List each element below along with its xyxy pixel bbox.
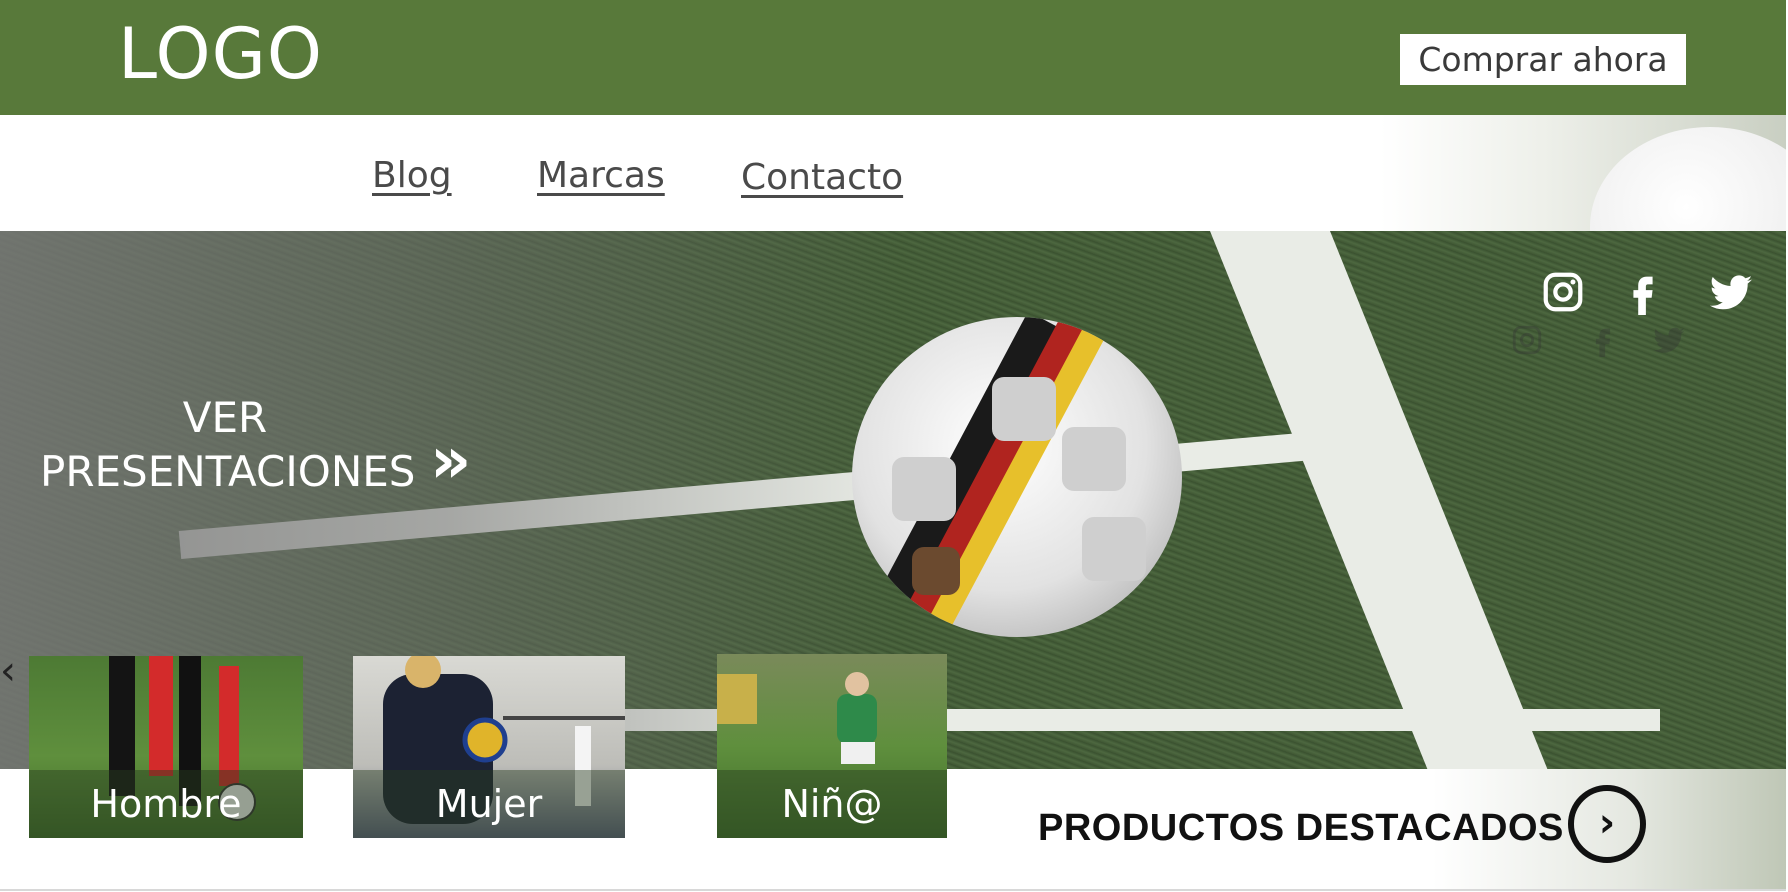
chevron-right-circle-icon[interactable]: ›: [1568, 785, 1646, 863]
facebook-icon[interactable]: [1620, 269, 1666, 315]
twitter-ghost-icon: [1652, 323, 1686, 357]
top-header: LOGO Comprar ahora: [0, 0, 1786, 115]
category-card-mujer[interactable]: Mujer: [353, 656, 625, 838]
soccer-ball-image: [852, 317, 1182, 637]
cta-line-1: VER: [182, 393, 268, 442]
double-chevron-right-icon[interactable]: »: [430, 429, 471, 493]
nav-bar: Blog Marcas Contacto: [0, 115, 1786, 231]
category-label-nino: Niñ@: [717, 770, 947, 838]
category-label-hombre: Hombre: [29, 770, 303, 838]
nav-item-marcas[interactable]: Marcas: [537, 155, 665, 196]
featured-products-link[interactable]: PRODUCTOS DESTACADOS: [1038, 807, 1564, 850]
category-card-hombre[interactable]: Hombre: [29, 656, 303, 838]
ver-presentaciones-link[interactable]: VER PRESENTACIONES: [40, 391, 416, 499]
logo[interactable]: LOGO: [118, 12, 323, 96]
instagram-icon[interactable]: [1540, 269, 1586, 315]
instagram-ghost-icon: [1510, 323, 1544, 357]
twitter-icon[interactable]: [1708, 269, 1754, 315]
category-card-nino[interactable]: Niñ@: [717, 654, 947, 838]
category-label-mujer: Mujer: [353, 770, 625, 838]
nav-item-contacto[interactable]: Contacto: [741, 157, 903, 198]
buy-now-button[interactable]: Comprar ahora: [1400, 34, 1686, 85]
facebook-ghost-icon: [1586, 323, 1620, 357]
nav-item-blog[interactable]: Blog: [372, 155, 452, 196]
cta-line-2: PRESENTACIONES: [40, 447, 416, 496]
featured-products-bar: PRODUCTOS DESTACADOS ›: [1000, 769, 1786, 889]
bottom-divider: [0, 889, 1786, 891]
chevron-left-icon[interactable]: ‹: [0, 651, 16, 691]
